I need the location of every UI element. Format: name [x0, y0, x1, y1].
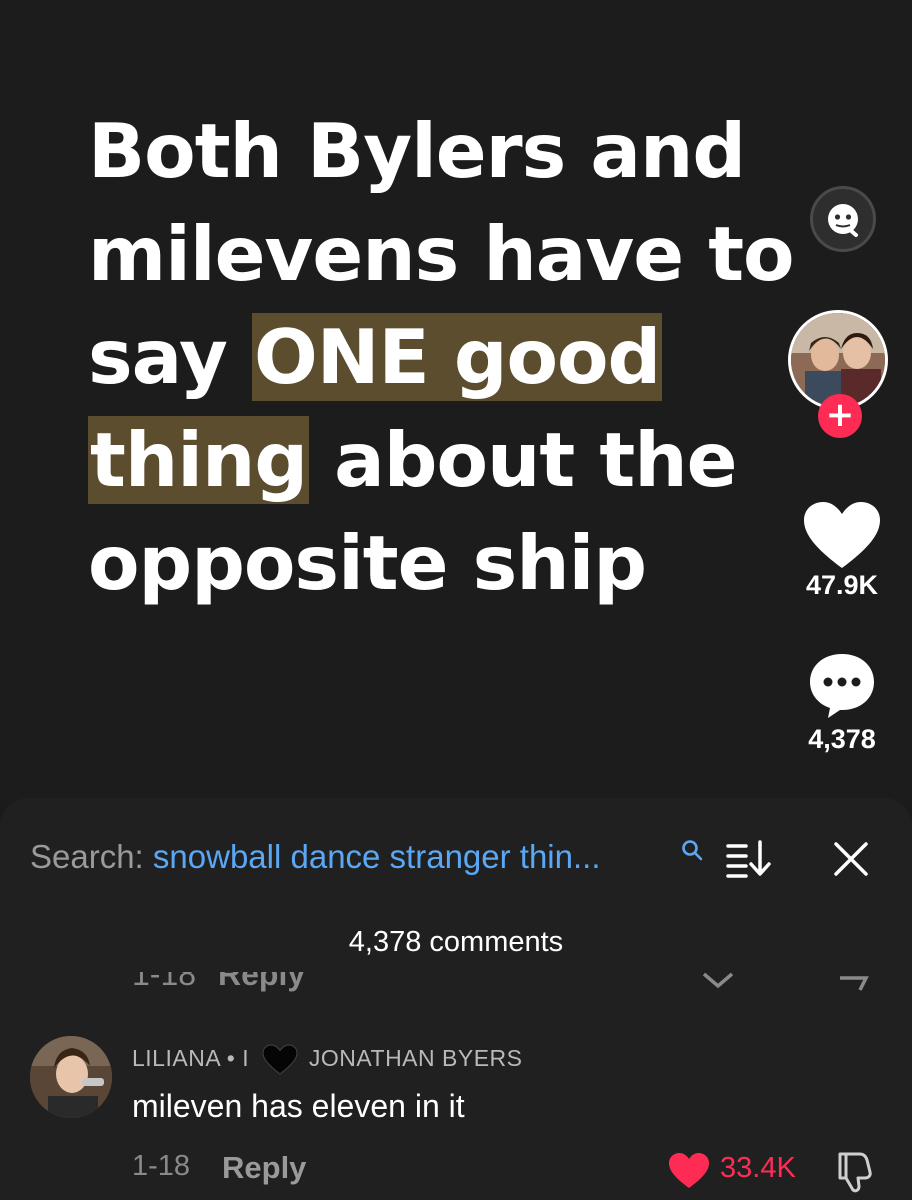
dislike-icon[interactable] — [832, 1148, 878, 1194]
previous-comment-reply[interactable]: Reply — [218, 972, 305, 993]
dislike-icon[interactable] — [836, 972, 872, 998]
face-search-icon-glyph — [828, 204, 858, 237]
heart-icon[interactable] — [802, 500, 882, 570]
creator-avatar[interactable]: + — [788, 310, 892, 438]
username-suffix: JONATHAN BYERS — [308, 1045, 523, 1072]
black-heart-icon — [262, 1044, 298, 1075]
search-icon[interactable] — [680, 838, 704, 862]
chevron-down-icon[interactable] — [700, 972, 736, 998]
face-search-icon[interactable] — [810, 186, 876, 252]
caption-line: opposite ship — [88, 512, 808, 615]
search-label: Search: — [30, 838, 153, 875]
search-query[interactable]: snowball dance stranger thin... — [153, 838, 601, 875]
caption-text: say — [88, 313, 252, 401]
comment-count: 4,378 — [808, 724, 876, 754]
caption-line: thing about the — [88, 409, 808, 512]
previous-comment-actions-partial: 1-18 Reply — [0, 972, 912, 998]
caption-text: opposite ship — [88, 519, 647, 607]
caption-text: milevens have to — [88, 210, 795, 298]
video-caption-overlay: Both Bylers and milevens have to say ONE g… — [88, 100, 808, 615]
caption-line: say ONE good — [88, 306, 808, 409]
caption-text: about the — [309, 416, 737, 504]
caption-line: milevens have to — [88, 203, 808, 306]
previous-comment-date: 1-18 — [132, 972, 197, 992]
follow-button[interactable]: + — [818, 394, 862, 438]
comment-bubble-icon[interactable] — [806, 650, 878, 722]
sort-icon[interactable] — [724, 838, 772, 878]
comment-like-count: 33.4K — [720, 1152, 796, 1184]
caption-highlight: thing — [88, 416, 310, 504]
comment-text: mileven has eleven in it — [132, 1088, 465, 1124]
comment-search-link[interactable]: Search: snowball dance stranger thin... — [30, 838, 601, 876]
comment-date: 1-18 — [132, 1150, 191, 1182]
caption-text: Both Bylers and — [88, 107, 746, 195]
commenter-username[interactable]: LILIANA • I JONATHAN BYERS — [132, 1044, 523, 1076]
comment-heart-icon[interactable] — [668, 1152, 710, 1190]
caption-highlight: ONE good — [251, 313, 663, 401]
caption-line: Both Bylers and — [88, 100, 808, 203]
commenter-avatar[interactable] — [30, 1036, 112, 1118]
reply-button[interactable]: Reply — [222, 1150, 306, 1186]
comments-count-title: 4,378 comments — [348, 926, 564, 958]
like-count: 47.9K — [805, 570, 879, 600]
close-icon[interactable] — [830, 838, 872, 880]
video-area[interactable]: Both Bylers and milevens have to say ONE g… — [0, 0, 912, 800]
username-prefix: LILIANA • I — [132, 1045, 250, 1072]
